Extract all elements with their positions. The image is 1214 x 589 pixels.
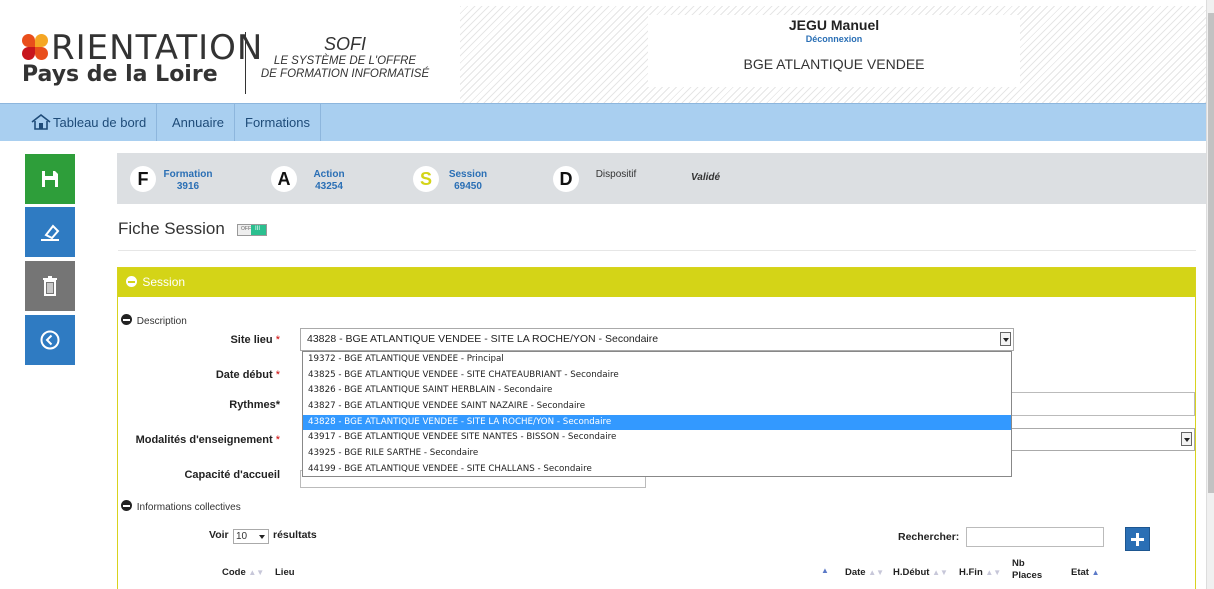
logo[interactable]: RIENTATION Pays de la Loire SOFI LE SYST…: [0, 6, 460, 103]
resultats-label: résultats: [273, 529, 317, 541]
column-nb-places[interactable]: Nb Places: [1012, 558, 1042, 582]
chevron-down-icon: [259, 535, 265, 539]
logo-separator: [245, 32, 246, 94]
dropdown-option-selected[interactable]: 43828 - BGE ATLANTIQUE VENDEE - SITE LA …: [303, 414, 1011, 431]
column-h-debut[interactable]: H.Début ▲▼: [893, 567, 948, 578]
search-input[interactable]: [966, 527, 1104, 547]
page-title: Fiche Session: [118, 219, 225, 238]
back-button[interactable]: [25, 315, 75, 365]
logo-text-bottom: Pays de la Loire: [22, 62, 218, 87]
dropdown-option[interactable]: 43825 - BGE ATLANTIQUE VENDEE - SITE CHA…: [303, 368, 1011, 384]
user-name: JEGU Manuel: [788, 17, 880, 33]
label-capacite: Capacité d'accueil: [184, 469, 280, 481]
label-rythmes: Rythmes*: [229, 399, 280, 411]
logo-flower-icon: [20, 32, 50, 62]
nav-annuaire[interactable]: Annuaire: [162, 104, 236, 141]
column-etat[interactable]: Etat ▲: [1071, 567, 1100, 578]
status-validated: Validé: [691, 172, 721, 183]
save-icon: [42, 171, 58, 187]
label-date-debut: Date début *: [215, 369, 280, 381]
divider: [118, 250, 1196, 251]
app-title: SOFI: [323, 34, 366, 54]
column-lieu[interactable]: Lieu: [275, 567, 295, 578]
add-button[interactable]: [1125, 527, 1150, 551]
search-label: Rechercher:: [898, 531, 960, 543]
collapse-icon: [121, 314, 132, 325]
user-box: JEGU Manuel Déconnexion BGE ATLANTIQUE V…: [648, 15, 1020, 87]
rythmes-input[interactable]: [1010, 392, 1195, 416]
description-section[interactable]: Description: [121, 314, 187, 327]
collapse-icon: [126, 276, 137, 287]
voir-label: Voir: [209, 529, 229, 541]
dropdown-option[interactable]: 19372 - BGE ATLANTIQUE VENDEE - Principa…: [303, 352, 1011, 368]
chevron-down-icon: [1181, 432, 1192, 446]
main-nav: Tableau de bord Annuaire Formations: [0, 103, 1206, 141]
chevron-down-icon: [1000, 332, 1011, 346]
info-collectives-section[interactable]: Informations collectives: [121, 500, 241, 513]
back-arrow-icon: [40, 330, 60, 350]
home-icon: [30, 108, 52, 130]
eraser-button[interactable]: [25, 207, 75, 257]
toggle-switch[interactable]: OFF III: [237, 224, 267, 236]
delete-button[interactable]: [25, 261, 75, 311]
app-subtitle: LE SYSTÈME DE L'OFFRE DE FORMATION INFOR…: [260, 55, 430, 80]
dropdown-option[interactable]: 44199 - BGE ATLANTIQUE VENDEE - SITE CHA…: [303, 462, 1011, 478]
label-site-lieu: Site lieu *: [230, 334, 280, 346]
page-scrollbar[interactable]: [1206, 0, 1214, 589]
panel-header[interactable]: Session: [118, 268, 1195, 297]
site-lieu-dropdown[interactable]: 19372 - BGE ATLANTIQUE VENDEE - Principa…: [302, 351, 1012, 477]
sort-icon: ▲: [821, 566, 829, 575]
save-button[interactable]: [25, 154, 75, 204]
page-size-select[interactable]: 10: [233, 529, 269, 544]
site-lieu-select[interactable]: 43828 - BGE ATLANTIQUE VENDEE - SITE LA …: [300, 328, 1014, 351]
label-modalites: Modalités d'enseignement *: [135, 434, 280, 446]
nav-formations[interactable]: Formations: [235, 104, 322, 141]
dropdown-option[interactable]: 43925 - BGE RILE SARTHE - Secondaire: [303, 446, 1011, 462]
trash-icon: [43, 276, 57, 296]
eraser-icon: [41, 224, 60, 241]
collapse-icon: [121, 500, 132, 511]
column-date[interactable]: Date ▲▼: [845, 567, 884, 578]
logout-link[interactable]: Déconnexion: [648, 34, 1020, 44]
breadcrumb: F Formation 3916 A Action 43254 S Session 6…: [117, 153, 1206, 204]
column-h-fin[interactable]: H.Fin ▲▼: [959, 567, 1001, 578]
dropdown-option[interactable]: 43917 - BGE ATLANTIQUE VENDEE SITE NANTE…: [303, 430, 1011, 446]
dropdown-option[interactable]: 43826 - BGE ATLANTIQUE SAINT HERBLAIN - …: [303, 383, 1011, 399]
organization-name: BGE ATLANTIQUE VENDEE: [743, 56, 925, 72]
modalites-select[interactable]: [1010, 428, 1195, 451]
column-code[interactable]: Code ▲▼: [222, 567, 264, 578]
dropdown-option[interactable]: 43827 - BGE ATLANTIQUE VENDEE SAINT NAZA…: [303, 399, 1011, 415]
header: RIENTATION Pays de la Loire SOFI LE SYST…: [0, 0, 1206, 103]
nav-tableau-de-bord[interactable]: Tableau de bord: [22, 104, 158, 141]
